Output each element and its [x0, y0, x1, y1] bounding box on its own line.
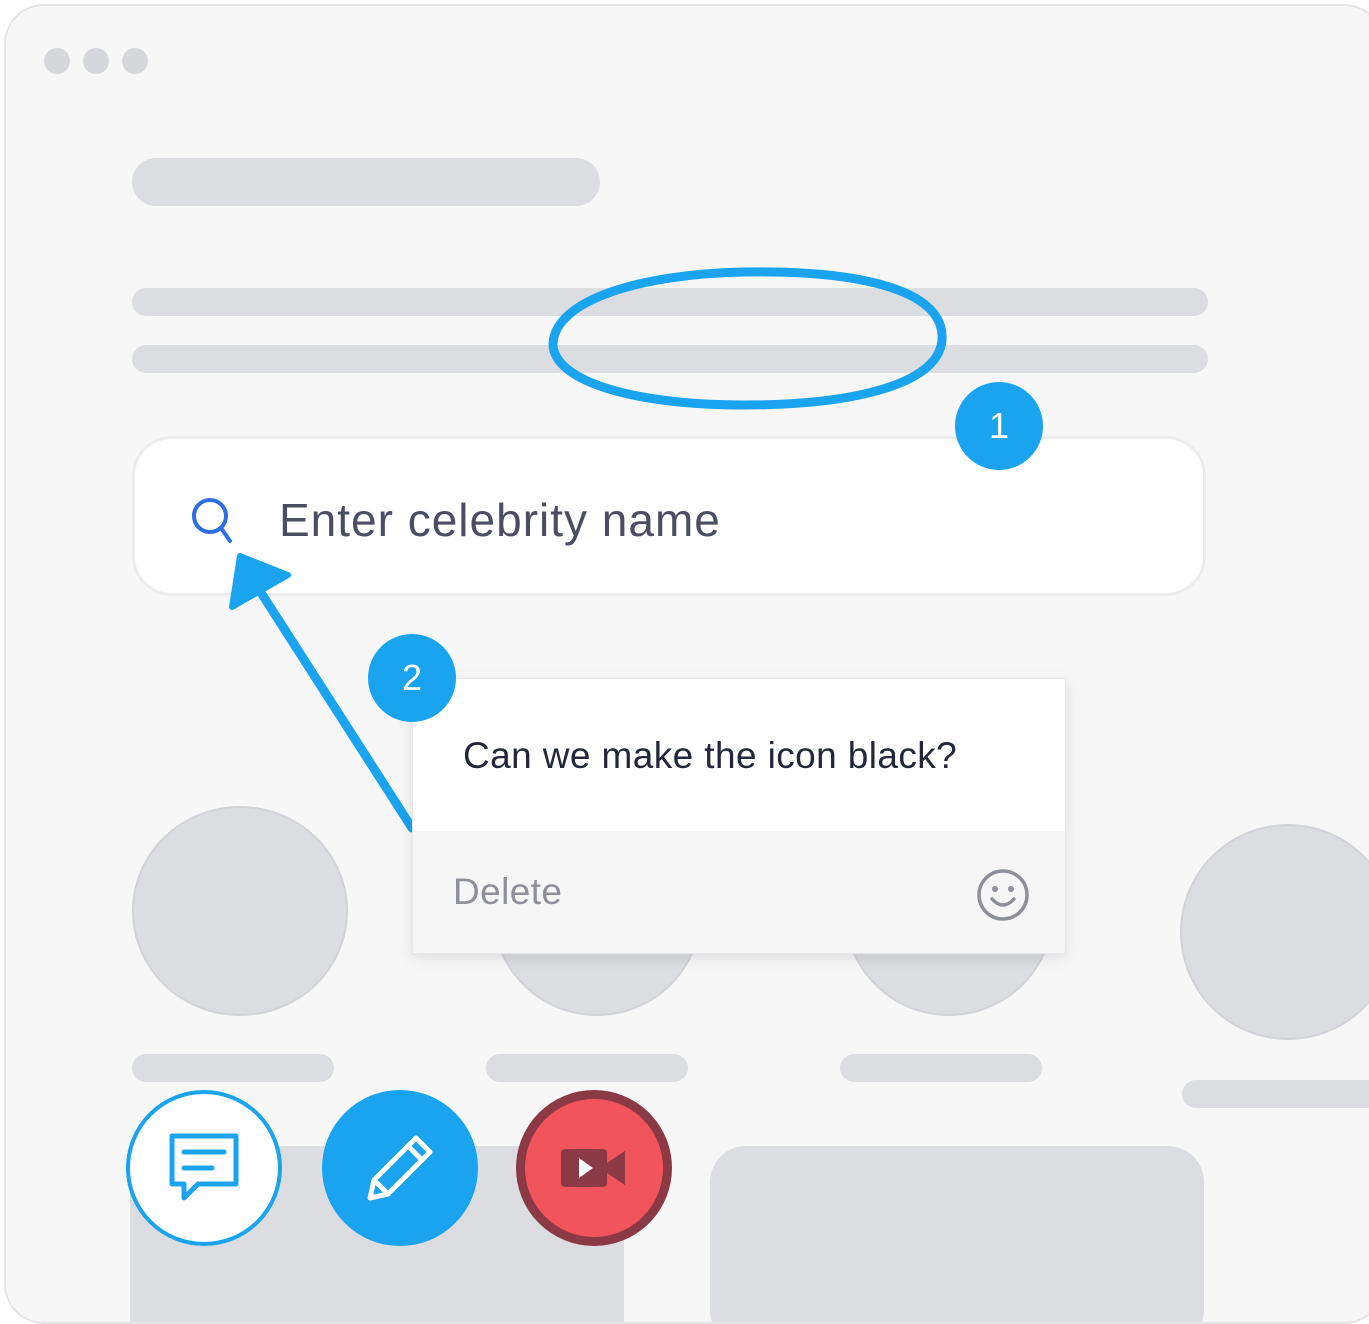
comment-card: Can we make the icon black? Delete [412, 678, 1066, 954]
smiley-icon[interactable] [975, 867, 1031, 923]
annotation-marker-2[interactable]: 2 [368, 634, 456, 722]
comment-footer: Delete [413, 831, 1065, 953]
pencil-icon [367, 1135, 433, 1201]
highlight-ellipse [548, 267, 947, 410]
draw-tool-button[interactable] [322, 1090, 478, 1246]
comment-text: Can we make the icon black? [463, 735, 958, 776]
record-tool-button[interactable] [516, 1090, 672, 1246]
video-icon [561, 1149, 625, 1187]
comment-tool-button[interactable] [126, 1090, 282, 1246]
message-icon [169, 1133, 239, 1201]
annotation-marker-1[interactable]: 1 [955, 382, 1043, 470]
delete-button[interactable]: Delete [453, 871, 562, 913]
